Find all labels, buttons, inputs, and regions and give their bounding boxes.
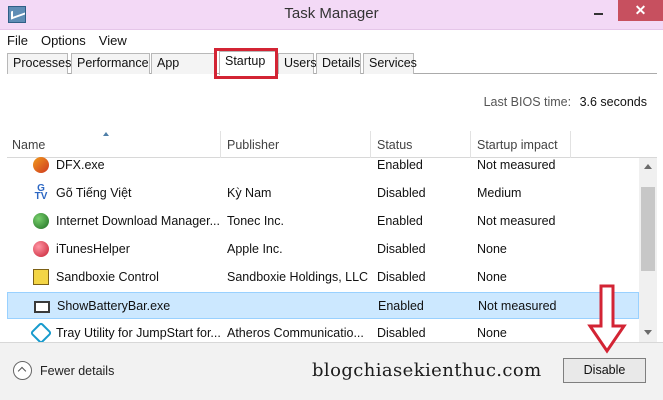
row-publisher: Sandboxie Holdings, LLC — [227, 270, 369, 284]
gotiengviet-icon: G TV — [34, 183, 48, 202]
table-row[interactable]: iTunesHelper Apple Inc. Disabled None — [7, 236, 639, 263]
row-startup-impact: Not measured — [477, 214, 556, 228]
row-startup-impact: None — [477, 270, 507, 284]
column-name[interactable]: Name — [12, 138, 45, 152]
battery-icon — [34, 301, 50, 313]
chevron-up-icon[interactable] — [13, 361, 32, 380]
row-status: Enabled — [378, 299, 424, 313]
tab-services[interactable]: Services — [363, 53, 417, 74]
tab-processes[interactable]: Processes — [7, 53, 71, 74]
row-publisher: Tonec Inc. — [227, 214, 284, 228]
row-name: iTunesHelper — [56, 242, 130, 256]
row-startup-impact: Medium — [477, 186, 522, 200]
menu-bar: File Options View — [0, 30, 663, 50]
tab-performance[interactable]: Performance — [71, 53, 150, 74]
window-title: Task Manager — [284, 5, 379, 22]
tab-bar: Processes Performance App history Startu… — [7, 51, 657, 75]
row-status: Disabled — [377, 186, 426, 200]
startup-tab-highlight — [214, 48, 278, 79]
itunes-icon — [33, 241, 49, 257]
column-status[interactable]: Status — [377, 138, 412, 152]
watermark: blogchiasekienthuc.com — [312, 360, 542, 381]
startup-panel: Last BIOS time: 3.6 seconds Name Publish… — [7, 74, 657, 342]
row-status: Disabled — [377, 242, 426, 256]
down-arrow-annotation — [587, 284, 627, 354]
row-startup-impact: None — [477, 242, 507, 256]
idm-icon — [33, 213, 49, 229]
vertical-scrollbar[interactable] — [639, 158, 657, 342]
status-footer: Fewer details blogchiasekienthuc.com Dis… — [0, 342, 663, 400]
table-row[interactable]: G TV Gõ Tiếng Việt Kỳ Nam Disabled Medium — [7, 180, 639, 207]
bios-value: 3.6 seconds — [579, 95, 647, 109]
row-startup-impact: Not measured — [477, 158, 556, 172]
row-status: Disabled — [377, 270, 426, 284]
table-row-selected[interactable]: ShowBatteryBar.exe Enabled Not measured — [7, 292, 639, 319]
row-publisher: Kỳ Nam — [227, 186, 272, 200]
row-status: Enabled — [377, 214, 423, 228]
tab-app-history[interactable]: App history — [151, 53, 216, 74]
scroll-up-icon[interactable] — [639, 158, 657, 176]
sort-ascending-icon — [103, 132, 109, 136]
row-name: Internet Download Manager... — [56, 214, 220, 228]
row-publisher: Atheros Communicatio... — [227, 326, 364, 340]
title-bar: Task Manager ✕ — [0, 0, 663, 30]
row-publisher: Apple Inc. — [227, 242, 283, 256]
table-row[interactable]: Sandboxie Control Sandboxie Holdings, LL… — [7, 264, 639, 291]
last-bios-time: Last BIOS time: 3.6 seconds — [484, 95, 647, 109]
dfx-icon — [33, 157, 49, 173]
startup-table: DFX.exe Enabled Not measured G TV Gõ Tiến… — [7, 152, 639, 342]
row-name: Gõ Tiếng Việt — [56, 186, 132, 200]
table-row[interactable]: Internet Download Manager... Tonec Inc. … — [7, 208, 639, 235]
menu-view[interactable]: View — [99, 33, 127, 48]
sandboxie-icon — [33, 269, 49, 285]
row-status: Disabled — [377, 326, 426, 340]
row-startup-impact: Not measured — [478, 299, 557, 313]
arrow-icon — [587, 284, 627, 354]
row-name: Sandboxie Control — [56, 270, 159, 284]
tab-details[interactable]: Details — [316, 53, 361, 74]
row-startup-impact: None — [477, 326, 507, 340]
fewer-details-link[interactable]: Fewer details — [40, 364, 114, 378]
close-button[interactable]: ✕ — [618, 0, 663, 21]
scrollbar-thumb[interactable] — [641, 187, 655, 271]
column-publisher[interactable]: Publisher — [227, 138, 279, 152]
column-startup-impact[interactable]: Startup impact — [477, 138, 558, 152]
minimize-button[interactable] — [579, 0, 617, 21]
disable-button[interactable]: Disable — [563, 358, 646, 383]
table-row[interactable]: DFX.exe Enabled Not measured — [7, 152, 639, 179]
menu-file[interactable]: File — [7, 33, 28, 48]
menu-options[interactable]: Options — [41, 33, 86, 48]
table-row[interactable]: Tray Utility for JumpStart for... Athero… — [7, 320, 639, 342]
scroll-down-icon[interactable] — [639, 324, 657, 342]
tab-users[interactable]: Users — [278, 53, 317, 74]
row-name: DFX.exe — [56, 158, 105, 172]
row-name: ShowBatteryBar.exe — [57, 299, 171, 313]
tray-utility-icon — [29, 321, 53, 342]
bios-label: Last BIOS time: — [483, 95, 572, 109]
row-status: Enabled — [377, 158, 423, 172]
row-name: Tray Utility for JumpStart for... — [56, 326, 221, 340]
